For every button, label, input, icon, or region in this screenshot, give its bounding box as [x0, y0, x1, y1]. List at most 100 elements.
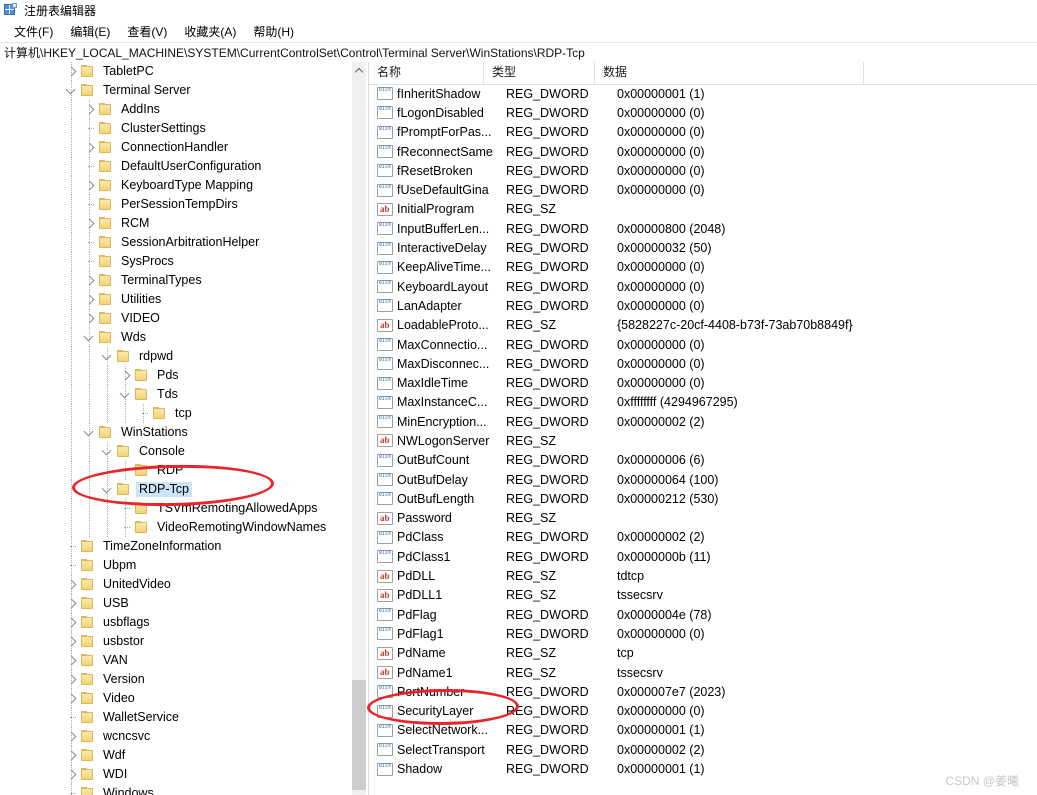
tree-item-utilities[interactable]: Utilities	[0, 290, 352, 309]
tree-item-tsvmremotingallowedapps[interactable]: TSVmRemotingAllowedApps	[0, 499, 352, 518]
value-row[interactable]: SelectTransport REG_DWORD 0x00000002 (2)	[369, 740, 1037, 759]
tree-item-pds[interactable]: Pds	[0, 366, 352, 385]
tree-item-usb[interactable]: USB	[0, 594, 352, 613]
chevron-down-icon[interactable]	[82, 328, 98, 347]
value-row[interactable]: MaxIdleTime REG_DWORD 0x00000000 (0)	[369, 373, 1037, 392]
value-row[interactable]: fInheritShadow REG_DWORD 0x00000001 (1)	[369, 84, 1037, 103]
tree-item-winstations[interactable]: WinStations	[0, 423, 352, 442]
tree-item-connectionhandler[interactable]: ConnectionHandler	[0, 138, 352, 157]
value-row[interactable]: MinEncryption... REG_DWORD 0x00000002 (2)	[369, 412, 1037, 431]
tree-item-unitedvideo[interactable]: UnitedVideo	[0, 575, 352, 594]
tree-item-wds[interactable]: Wds	[0, 328, 352, 347]
menu-help[interactable]: 帮助(H)	[245, 21, 303, 42]
menu-view[interactable]: 查看(V)	[119, 21, 176, 42]
chevron-right-icon[interactable]	[64, 62, 80, 81]
value-row[interactable]: MaxInstanceC... REG_DWORD 0xffffffff (4294…	[369, 393, 1037, 412]
column-header-name[interactable]: 名称	[369, 62, 484, 84]
chevron-down-icon[interactable]	[100, 480, 116, 499]
menu-file[interactable]: 文件(F)	[6, 21, 62, 42]
chevron-right-icon[interactable]	[64, 632, 80, 651]
tree-item-van[interactable]: VAN	[0, 651, 352, 670]
tree-vertical-scrollbar[interactable]	[352, 62, 366, 795]
value-row[interactable]: LanAdapter REG_DWORD 0x00000000 (0)	[369, 296, 1037, 315]
chevron-down-icon[interactable]	[118, 385, 134, 404]
tree-item-sysprocs[interactable]: SysProcs	[0, 252, 352, 271]
value-row[interactable]: fResetBroken REG_DWORD 0x00000000 (0)	[369, 161, 1037, 180]
value-row[interactable]: PortNumber REG_DWORD 0x000007e7 (2023)	[369, 682, 1037, 701]
chevron-right-icon[interactable]	[82, 290, 98, 309]
tree-item-windows[interactable]: Windows	[0, 784, 352, 795]
tree-item-usbstor[interactable]: usbstor	[0, 632, 352, 651]
chevron-right-icon[interactable]	[82, 309, 98, 328]
tree-item-rcm[interactable]: RCM	[0, 214, 352, 233]
chevron-right-icon[interactable]	[82, 138, 98, 157]
value-row[interactable]: PdDLL REG_SZ tdtcp	[369, 566, 1037, 585]
value-row[interactable]: InputBufferLen... REG_DWORD 0x00000800 (20…	[369, 219, 1037, 238]
chevron-right-icon[interactable]	[118, 366, 134, 385]
tree-item-rdp[interactable]: RDP	[0, 461, 352, 480]
tree-item-addins[interactable]: AddIns	[0, 100, 352, 119]
value-row[interactable]: InteractiveDelay REG_DWORD 0x00000032 (50)	[369, 238, 1037, 257]
value-row[interactable]: Password REG_SZ	[369, 509, 1037, 528]
chevron-right-icon[interactable]	[64, 746, 80, 765]
chevron-right-icon[interactable]	[82, 100, 98, 119]
chevron-right-icon[interactable]	[82, 271, 98, 290]
tree-item-terminaltypes[interactable]: TerminalTypes	[0, 271, 352, 290]
chevron-down-icon[interactable]	[100, 442, 116, 461]
value-row[interactable]: OutBufLength REG_DWORD 0x00000212 (530)	[369, 489, 1037, 508]
tree-item-video[interactable]: Video	[0, 689, 352, 708]
tree-item-defaultuserconfiguration[interactable]: DefaultUserConfiguration	[0, 157, 352, 176]
chevron-right-icon[interactable]	[64, 575, 80, 594]
value-row[interactable]: Shadow REG_DWORD 0x00000001 (1)	[369, 759, 1037, 778]
chevron-right-icon[interactable]	[64, 651, 80, 670]
tree-item-rdp-tcp[interactable]: RDP-Tcp	[0, 480, 352, 499]
value-row[interactable]: fUseDefaultGina REG_DWORD 0x00000000 (0)	[369, 180, 1037, 199]
value-row[interactable]: PdClass REG_DWORD 0x00000002 (2)	[369, 528, 1037, 547]
chevron-down-icon[interactable]	[82, 423, 98, 442]
value-row[interactable]: MaxConnectio... REG_DWORD 0x00000000 (0)	[369, 335, 1037, 354]
tree-item-clustersettings[interactable]: ClusterSettings	[0, 119, 352, 138]
chevron-right-icon[interactable]	[64, 727, 80, 746]
registry-values-pane[interactable]: 名称 类型 数据 fInheritShadow REG_DWORD 0x000000…	[369, 62, 1037, 795]
value-row[interactable]: MaxDisconnec... REG_DWORD 0x00000000 (0)	[369, 354, 1037, 373]
value-row[interactable]: SecurityLayer REG_DWORD 0x00000000 (0)	[369, 702, 1037, 721]
tree-item-ubpm[interactable]: Ubpm	[0, 556, 352, 575]
chevron-right-icon[interactable]	[64, 613, 80, 632]
value-row[interactable]: OutBufDelay REG_DWORD 0x00000064 (100)	[369, 470, 1037, 489]
menu-edit[interactable]: 编辑(E)	[62, 21, 119, 42]
value-row[interactable]: PdFlag1 REG_DWORD 0x00000000 (0)	[369, 624, 1037, 643]
value-row[interactable]: PdName REG_SZ tcp	[369, 644, 1037, 663]
chevron-right-icon[interactable]	[64, 670, 80, 689]
column-header-type[interactable]: 类型	[484, 62, 595, 84]
chevron-right-icon[interactable]	[82, 214, 98, 233]
address-bar[interactable]: 计算机\HKEY_LOCAL_MACHINE\SYSTEM\CurrentCon…	[0, 42, 1037, 63]
value-row[interactable]: SelectNetwork... REG_DWORD 0x00000001 (1)	[369, 721, 1037, 740]
value-row[interactable]: PdDLL1 REG_SZ tssecsrv	[369, 586, 1037, 605]
tree-item-tcp[interactable]: tcp	[0, 404, 352, 423]
tree-item-videoremotingwindownames[interactable]: VideoRemotingWindowNames	[0, 518, 352, 537]
value-row[interactable]: LoadableProto... REG_SZ {5828227c-20cf-440…	[369, 316, 1037, 335]
tree-item-sessionarbitrationhelper[interactable]: SessionArbitrationHelper	[0, 233, 352, 252]
chevron-down-icon[interactable]	[100, 347, 116, 366]
scroll-up-arrow-icon[interactable]	[352, 62, 366, 78]
tree-item-console[interactable]: Console	[0, 442, 352, 461]
tree-item-tds[interactable]: Tds	[0, 385, 352, 404]
tree-item-video[interactable]: VIDEO	[0, 309, 352, 328]
menu-favorites[interactable]: 收藏夹(A)	[176, 21, 245, 42]
value-row[interactable]: fLogonDisabled REG_DWORD 0x00000000 (0)	[369, 103, 1037, 122]
tree-item-timezoneinformation[interactable]: TimeZoneInformation	[0, 537, 352, 556]
tree-item-walletservice[interactable]: WalletService	[0, 708, 352, 727]
value-row[interactable]: fReconnectSame REG_DWORD 0x00000000 (0)	[369, 142, 1037, 161]
tree-item-terminal-server[interactable]: Terminal Server	[0, 81, 352, 100]
chevron-right-icon[interactable]	[64, 689, 80, 708]
chevron-right-icon[interactable]	[64, 765, 80, 784]
tree-item-wcncsvc[interactable]: wcncsvc	[0, 727, 352, 746]
chevron-right-icon[interactable]	[64, 594, 80, 613]
value-row[interactable]: InitialProgram REG_SZ	[369, 200, 1037, 219]
tree-item-wdf[interactable]: Wdf	[0, 746, 352, 765]
chevron-down-icon[interactable]	[64, 81, 80, 100]
value-row[interactable]: OutBufCount REG_DWORD 0x00000006 (6)	[369, 451, 1037, 470]
registry-tree-pane[interactable]: TabletPC Terminal Server AddIns ClusterSett…	[0, 62, 369, 795]
tree-item-usbflags[interactable]: usbflags	[0, 613, 352, 632]
tree-item-rdpwd[interactable]: rdpwd	[0, 347, 352, 366]
